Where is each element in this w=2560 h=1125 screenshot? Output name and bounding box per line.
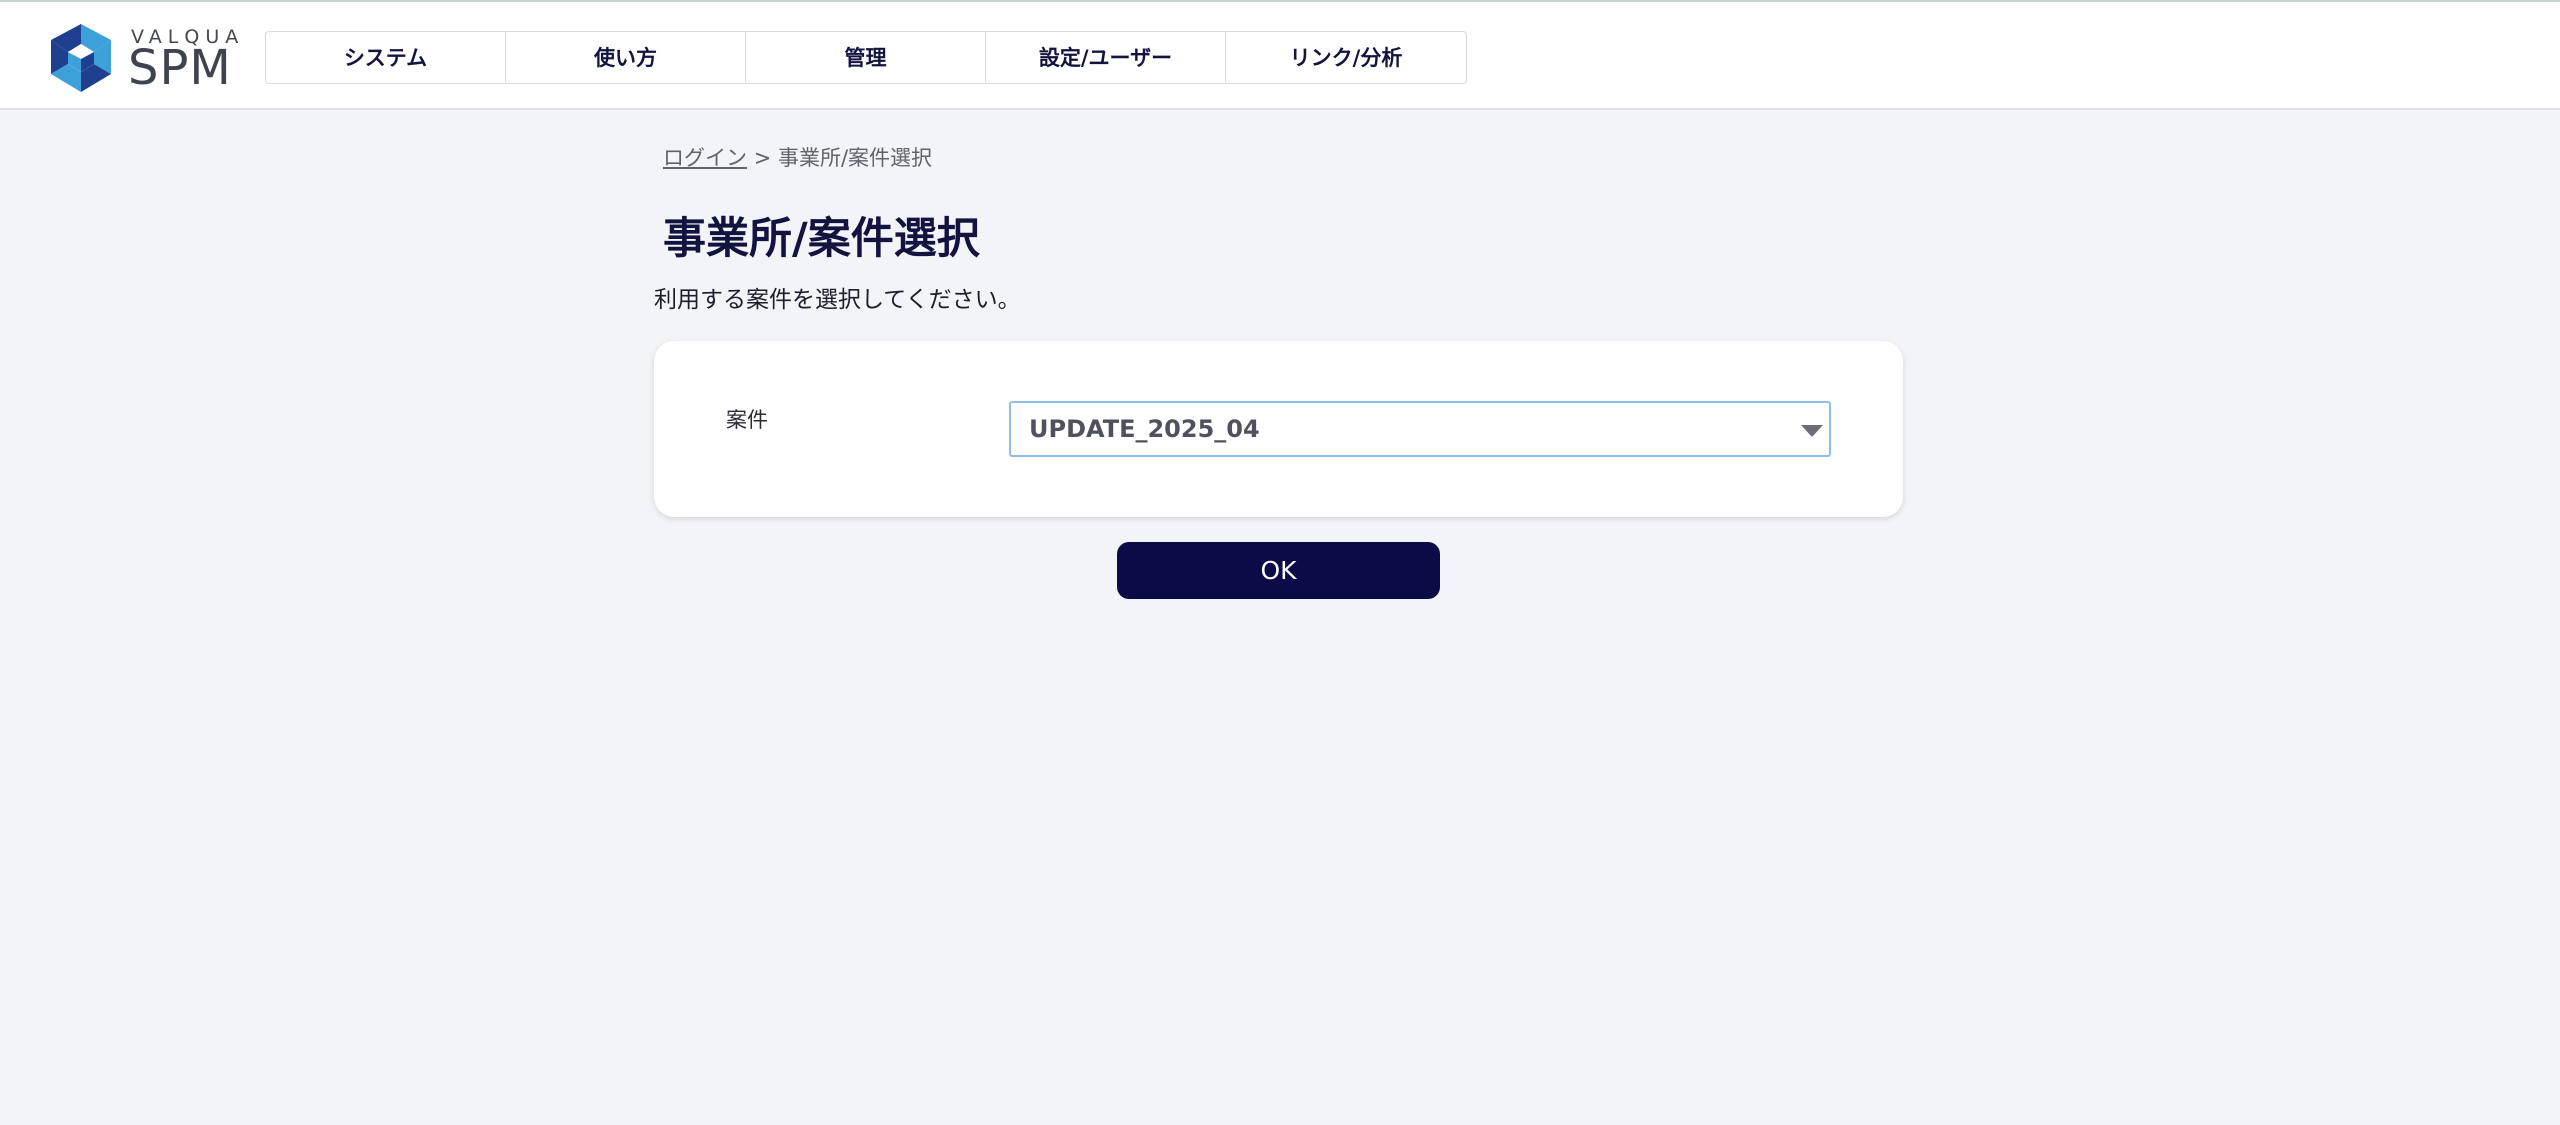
nav-item-system[interactable]: システム <box>266 32 506 82</box>
breadcrumb-login-link[interactable]: ログイン <box>663 146 747 170</box>
breadcrumb-separator: > <box>753 146 772 170</box>
main-nav: システム 使い方 管理 設定/ユーザー リンク/分析 <box>265 31 1467 84</box>
cube-logo-icon <box>51 24 111 92</box>
nav-item-management[interactable]: 管理 <box>746 32 986 82</box>
caret-down-icon <box>1801 425 1823 437</box>
project-select-card: 案件 UPDATE_2025_04 <box>654 341 1903 517</box>
project-select[interactable]: UPDATE_2025_04 <box>1009 401 1831 457</box>
page-instruction: 利用する案件を選択してください。 <box>654 287 1021 313</box>
project-field-label: 案件 <box>726 408 768 432</box>
logo-product-name: SPM <box>128 40 232 96</box>
ok-button[interactable]: OK <box>1117 542 1440 599</box>
nav-item-settings-users[interactable]: 設定/ユーザー <box>986 32 1226 82</box>
nav-item-usage[interactable]: 使い方 <box>506 32 746 82</box>
page-title: 事業所/案件選択 <box>663 214 980 264</box>
project-select-value: UPDATE_2025_04 <box>1029 415 1260 443</box>
breadcrumb-current: 事業所/案件選択 <box>777 146 933 170</box>
valqua-spm-logo[interactable]: VALQUA SPM <box>46 22 238 96</box>
header-bar: VALQUA SPM システム 使い方 管理 設定/ユーザー リンク/分析 <box>0 0 2560 110</box>
nav-item-links-analysis[interactable]: リンク/分析 <box>1226 32 1466 82</box>
breadcrumb: ログイン > 事業所/案件選択 <box>663 142 932 172</box>
